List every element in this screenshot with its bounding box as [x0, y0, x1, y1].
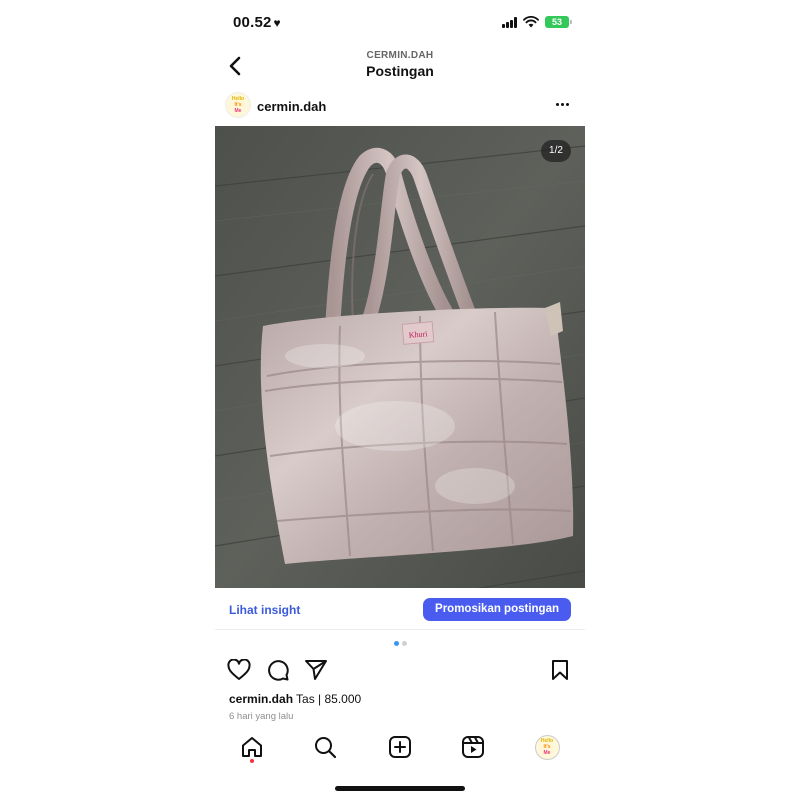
status-time: 00.52 ♥ — [233, 14, 281, 31]
bag-label-text: Khuri — [408, 329, 428, 340]
post-photo[interactable]: Khuri 1/2 — [215, 126, 585, 588]
tab-reels[interactable] — [458, 732, 488, 762]
page-title: Postingan — [366, 63, 434, 79]
more-options-button[interactable] — [551, 94, 573, 114]
carousel-indicator — [215, 641, 585, 646]
like-button[interactable] — [225, 656, 253, 684]
instagram-post-screen: 00.52 ♥ 53 CERMIN.DAH Postingan Hello It… — [215, 0, 585, 800]
post-caption: cermin.dah Tas | 85.000 — [229, 692, 361, 706]
tab-create[interactable] — [385, 732, 415, 762]
profile-avatar: Hello It's Me — [534, 734, 560, 760]
page-header: CERMIN.DAH Postingan — [215, 44, 585, 88]
promote-post-button[interactable]: Promosikan postingan — [423, 598, 571, 621]
wifi-icon — [523, 16, 539, 28]
create-icon — [389, 736, 411, 758]
carousel-counter-badge: 1/2 — [541, 140, 571, 162]
profile-avatar-text-3: Me — [543, 750, 551, 756]
avatar-text-3: Me — [234, 108, 242, 114]
bookmark-icon — [552, 660, 568, 680]
caption-username[interactable]: cermin.dah — [229, 692, 293, 706]
cellular-signal-icon — [502, 16, 517, 28]
battery-icon: 53 — [545, 16, 572, 28]
header-subtitle: CERMIN.DAH — [366, 50, 434, 61]
comment-icon — [268, 660, 289, 681]
tab-profile[interactable]: Hello It's Me — [532, 732, 562, 762]
carousel-dot — [401, 641, 407, 646]
share-button[interactable] — [302, 656, 330, 684]
home-icon — [242, 737, 262, 757]
comment-button[interactable] — [264, 656, 292, 684]
status-bar: 00.52 ♥ 53 — [215, 8, 585, 38]
more-icon-dot — [555, 102, 559, 106]
post-timestamp: 6 hari yang lalu — [229, 711, 294, 721]
tote-bag-photo: Khuri — [215, 126, 585, 588]
notification-dot — [250, 759, 254, 763]
heart-status-icon: ♥ — [273, 16, 281, 30]
post-username[interactable]: cermin.dah — [257, 99, 326, 114]
reels-icon — [462, 736, 484, 758]
save-button[interactable] — [546, 656, 574, 684]
header-text: CERMIN.DAH Postingan — [215, 50, 585, 79]
home-indicator — [335, 786, 465, 791]
tab-search[interactable] — [310, 732, 340, 762]
clock-text: 00.52 — [233, 14, 272, 31]
more-icon-dot — [565, 102, 569, 106]
share-icon — [305, 660, 327, 680]
status-indicators: 53 — [502, 16, 572, 28]
more-icon-dot — [560, 102, 564, 106]
post-actions — [215, 656, 585, 684]
tab-home[interactable] — [237, 732, 267, 762]
caption-text: Tas | 85.000 — [296, 692, 362, 706]
search-icon — [315, 737, 337, 759]
insight-row: Lihat insight Promosikan postingan — [215, 594, 585, 630]
post-header: Hello It's Me cermin.dah — [215, 90, 585, 122]
view-insights-link[interactable]: Lihat insight — [229, 603, 300, 617]
heart-icon — [227, 659, 251, 680]
bottom-tab-bar: Hello It's Me — [215, 722, 585, 772]
avatar[interactable]: Hello It's Me — [225, 92, 251, 118]
carousel-dot-active — [393, 641, 399, 646]
